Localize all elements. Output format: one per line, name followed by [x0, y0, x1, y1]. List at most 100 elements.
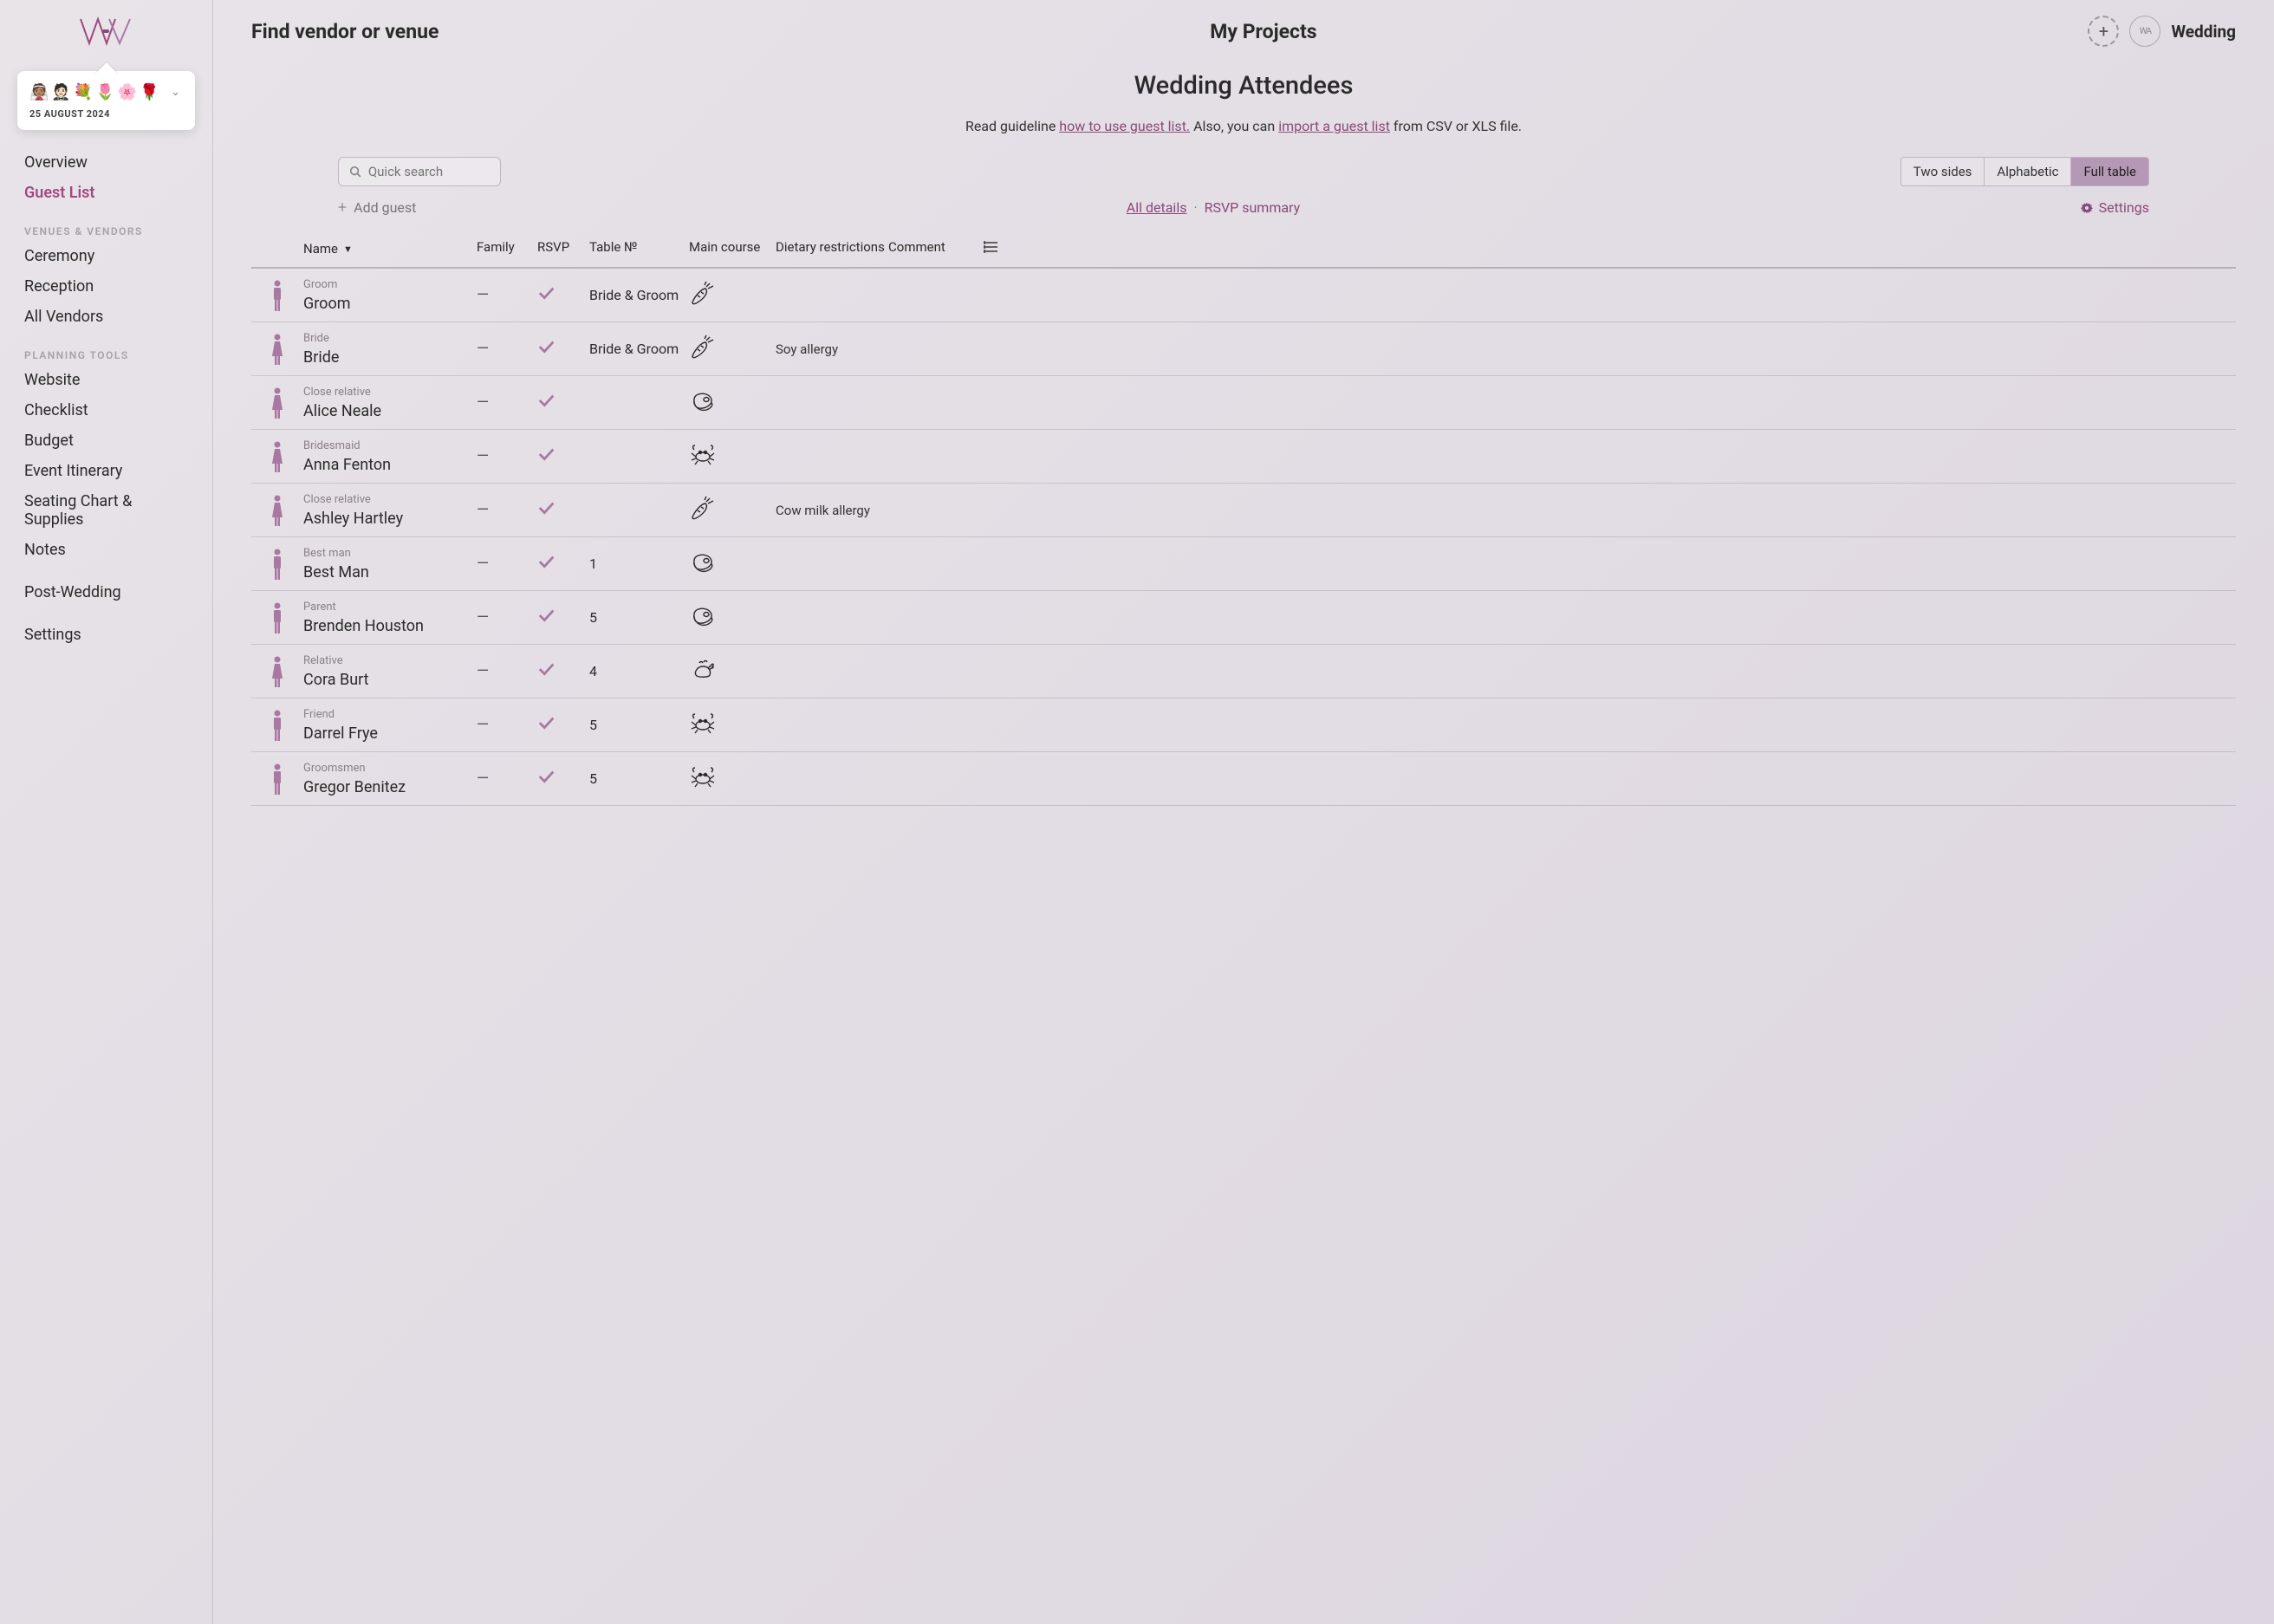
carrot-icon [689, 334, 717, 361]
table-row[interactable]: GroomGroom — Bride & Groom [251, 269, 2236, 322]
nav-overview[interactable]: Overview [24, 147, 188, 178]
check-icon [537, 553, 556, 572]
guest-role: Best man [303, 547, 477, 560]
project-emojis: 👰🏽🤵🏻💐🌷🌸🌹⌄ [29, 83, 183, 101]
seg-alphabetic[interactable]: Alphabetic [1984, 158, 2070, 185]
gear-icon [2080, 201, 2094, 215]
my-projects-link[interactable]: My Projects [1210, 20, 1316, 43]
rsvp-summary-link[interactable]: RSVP summary [1205, 199, 1301, 216]
guest-name: Ashley Hartley [303, 510, 477, 528]
seg-two-sides[interactable]: Two sides [1901, 158, 1985, 185]
search-input[interactable] [368, 164, 490, 179]
gender-icon [251, 493, 303, 528]
import-guest-list-link[interactable]: import a guest list [1278, 118, 1390, 134]
col-comment[interactable]: Comment [888, 239, 984, 258]
table-row[interactable]: GroomsmenGregor Benitez — 5 [251, 752, 2236, 806]
topbar: Find vendor or venue My Projects + WA We… [251, 16, 2236, 47]
meal-cell [689, 549, 776, 580]
nav-seating[interactable]: Seating Chart & Supplies [24, 486, 188, 535]
chevron-down-icon[interactable]: ⌄ [171, 86, 183, 99]
name-cell: Close relative Alice Neale [303, 386, 477, 420]
table-number-cell: 5 [589, 717, 689, 733]
guest-name: Gregor Benitez [303, 778, 477, 796]
guideline-text: Read guideline how to use guest list. Al… [251, 118, 2236, 134]
gender-icon [251, 601, 303, 635]
gender-icon [251, 439, 303, 474]
controls-row: Two sides Alphabetic Full table [251, 157, 2236, 186]
add-guest-button[interactable]: + Add guest [338, 198, 416, 217]
logo[interactable] [0, 12, 212, 59]
seg-full-table[interactable]: Full table [2070, 158, 2148, 185]
table-number-cell: 1 [589, 555, 689, 572]
plus-icon: + [338, 198, 347, 217]
table-row[interactable]: BridesmaidAnna Fenton — [251, 430, 2236, 484]
search-input-wrapper[interactable] [338, 157, 501, 186]
guest-name: Groom [303, 295, 477, 313]
table-settings-button[interactable]: Settings [2080, 199, 2149, 216]
nav-itinerary[interactable]: Event Itinerary [24, 456, 188, 486]
guest-name: Anna Fenton [303, 456, 477, 474]
project-card[interactable]: 👰🏽🤵🏻💐🌷🌸🌹⌄ 25 AUGUST 2024 [17, 71, 195, 130]
gender-icon [251, 762, 303, 796]
nav-post-wedding[interactable]: Post-Wedding [24, 577, 188, 607]
gender-icon [251, 547, 303, 581]
page-title: Wedding Attendees [251, 71, 2236, 101]
check-icon [537, 768, 556, 787]
project-name[interactable]: Wedding [2171, 22, 2236, 42]
col-main-course[interactable]: Main course [689, 239, 776, 258]
table-row[interactable]: ParentBrenden Houston — 5 [251, 591, 2236, 645]
family-cell: — [477, 608, 537, 627]
check-icon [537, 607, 556, 626]
table-row[interactable]: BrideBride — Bride & Groom Soy allergy [251, 322, 2236, 376]
project-avatar[interactable]: WA [2129, 16, 2160, 47]
rsvp-cell [537, 714, 589, 737]
table-number-cell: 5 [589, 770, 689, 787]
table-number-cell: Bride & Groom [589, 341, 689, 357]
nav-checklist[interactable]: Checklist [24, 395, 188, 425]
family-cell: — [477, 662, 537, 680]
guest-role: Relative [303, 654, 477, 667]
detail-mode-links: All details · RSVP summary [1127, 199, 1300, 216]
gender-icon [251, 654, 303, 689]
meal-cell [689, 495, 776, 526]
nav-notes[interactable]: Notes [24, 535, 188, 565]
check-icon [537, 392, 556, 411]
table-row[interactable]: Close relativeAshley Hartley — Cow milk … [251, 484, 2236, 537]
nav-ceremony[interactable]: Ceremony [24, 241, 188, 271]
main-content: Find vendor or venue My Projects + WA We… [213, 0, 2274, 1624]
crab-icon [689, 763, 717, 791]
guest-table: Name▼ Family RSVP Table № Main course Di… [251, 231, 2236, 806]
table-header: Name▼ Family RSVP Table № Main course Di… [251, 231, 2236, 269]
how-to-use-link[interactable]: how to use guest list. [1059, 118, 1190, 134]
find-vendor-link[interactable]: Find vendor or venue [251, 20, 439, 43]
dietary-cell: Soy allergy [776, 341, 888, 357]
guest-role: Close relative [303, 386, 477, 399]
add-project-button[interactable]: + [2088, 16, 2119, 47]
name-cell: Best manBest Man [303, 547, 477, 581]
nav-reception[interactable]: Reception [24, 271, 188, 302]
sort-arrow-icon: ▼ [343, 244, 353, 255]
nav-budget[interactable]: Budget [24, 425, 188, 456]
nav-website[interactable]: Website [24, 365, 188, 395]
table-row[interactable]: FriendDarrel Frye — 5 [251, 698, 2236, 752]
col-dietary[interactable]: Dietary restrictions [776, 239, 888, 258]
guest-name: Alice Neale [303, 402, 477, 420]
check-icon [537, 338, 556, 357]
col-name[interactable]: Name▼ [303, 239, 477, 258]
nav-settings[interactable]: Settings [24, 620, 188, 650]
col-rsvp[interactable]: RSVP [537, 239, 589, 258]
rsvp-cell [537, 607, 589, 629]
table-row[interactable]: Best manBest Man — 1 [251, 537, 2236, 591]
nav-all-vendors[interactable]: All Vendors [24, 302, 188, 332]
all-details-link[interactable]: All details [1127, 199, 1187, 216]
column-picker-button[interactable] [984, 239, 1018, 258]
table-row[interactable]: Close relativeAlice Neale — [251, 376, 2236, 430]
table-row[interactable]: RelativeCora Burt — 4 [251, 645, 2236, 698]
sidebar: 👰🏽🤵🏻💐🌷🌸🌹⌄ 25 AUGUST 2024 Overview Guest … [0, 0, 213, 1624]
nav-guest-list[interactable]: Guest List [24, 178, 188, 208]
nav-list: Overview Guest List VENUES & VENDORS Cer… [0, 147, 212, 650]
col-family[interactable]: Family [477, 239, 537, 258]
search-icon [349, 165, 361, 179]
carrot-icon [689, 280, 717, 308]
col-table[interactable]: Table № [589, 239, 689, 258]
